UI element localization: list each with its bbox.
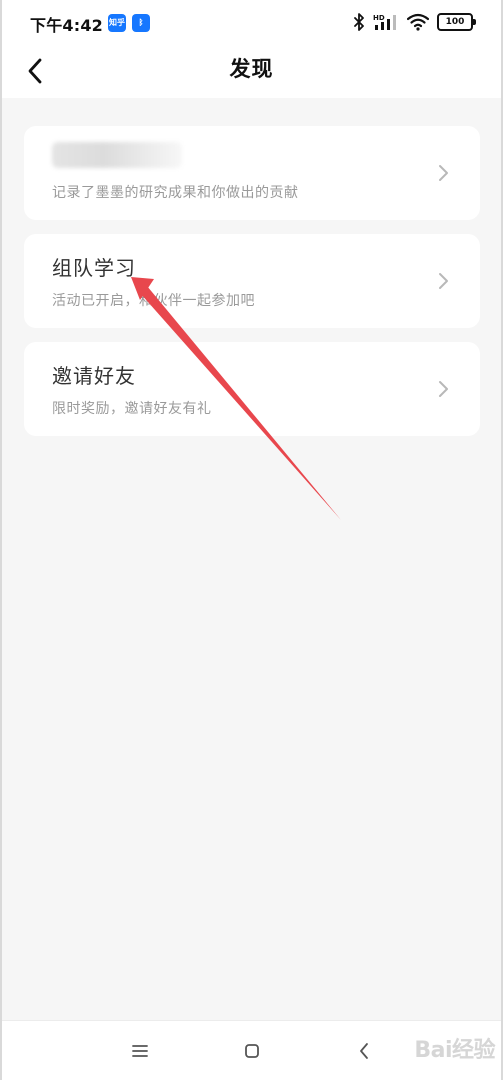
contribution-subtitle: 记录了墨墨的研究成果和你做出的贡献 (52, 185, 299, 201)
network-label: HD (373, 14, 385, 22)
team-study-card[interactable]: 组队学习 活动已开启，和伙伴一起参加吧 (24, 234, 480, 328)
chevron-right-icon (439, 273, 448, 289)
signal-icon: HD (373, 14, 396, 30)
status-time: 下午4:42 (30, 16, 103, 35)
header: 发现 (0, 44, 503, 98)
team-study-subtitle: 活动已开启，和伙伴一起参加吧 (52, 293, 255, 309)
status-bar: 下午4:42 知乎 ᛒ HD 100 (0, 0, 503, 44)
page-title: 发现 (229, 57, 274, 81)
watermark-logo: Bai经验 (414, 1038, 495, 1063)
menu-icon (132, 1045, 148, 1057)
system-back-button[interactable] (348, 1035, 380, 1067)
chevron-right-icon (439, 381, 448, 397)
team-study-title: 组队学习 (52, 256, 136, 280)
bluetooth-app-icon: ᛒ (132, 14, 150, 32)
wifi-icon (407, 13, 429, 31)
menu-button[interactable] (124, 1035, 156, 1067)
chevron-right-icon (439, 165, 448, 181)
back-triangle-icon (360, 1043, 368, 1059)
home-button[interactable] (236, 1035, 268, 1067)
battery-icon: 100 (437, 13, 476, 31)
invite-friends-card[interactable]: 邀请好友 限时奖励，邀请好友有礼 (24, 342, 480, 436)
status-indicators: HD 100 (353, 11, 476, 33)
invite-friends-title: 邀请好友 (52, 364, 136, 388)
contribution-card[interactable]: 记录了墨墨的研究成果和你做出的贡献 (24, 126, 480, 220)
blurred-title (52, 142, 182, 168)
zhihu-app-icon: 知乎 (108, 14, 126, 32)
bluetooth-icon (354, 13, 364, 31)
home-square-icon (245, 1044, 259, 1058)
invite-friends-subtitle: 限时奖励，邀请好友有礼 (52, 401, 212, 417)
